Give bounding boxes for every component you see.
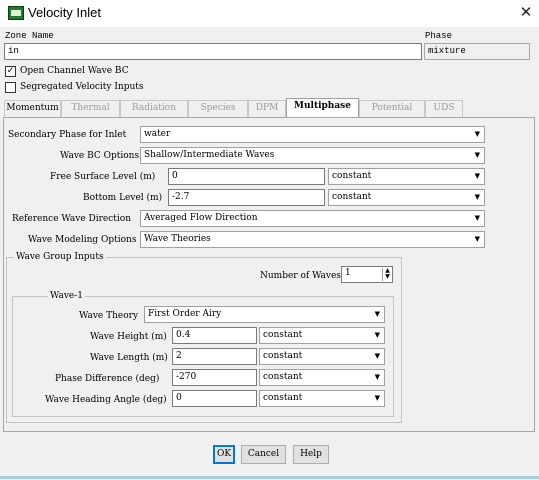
bottom-level-input[interactable]: -2.7 <box>168 189 325 206</box>
wave-modeling-options-label: Wave Modeling Options <box>28 235 137 245</box>
phase-difference-method-value: constant <box>263 372 303 382</box>
phase-difference-input[interactable]: -270 <box>172 369 257 386</box>
chevron-down-icon: ▼ <box>474 235 480 243</box>
wave-group-inputs-title: Wave Group Inputs <box>14 252 106 262</box>
wave-modeling-options-value: Wave Theories <box>144 234 211 244</box>
chevron-down-icon: ▼ <box>474 130 480 138</box>
close-icon[interactable]: ✕ <box>516 2 536 22</box>
help-button[interactable]: Help <box>293 445 329 464</box>
open-channel-checkbox[interactable]: ✓ <box>5 66 16 77</box>
tab-thermal[interactable]: Thermal <box>61 100 120 117</box>
wave-length-method-dropdown[interactable]: constant ▼ <box>259 348 385 365</box>
app-icon <box>8 6 24 20</box>
wave-length-method-value: constant <box>263 351 303 361</box>
title-bar: Velocity Inlet ✕ <box>0 0 539 27</box>
chevron-down-icon: ▼ <box>374 394 380 402</box>
tab-multiphase[interactable]: Multiphase <box>286 98 359 117</box>
wave-heading-angle-input[interactable]: 0 <box>172 390 257 407</box>
tab-uds[interactable]: UDS <box>425 100 463 117</box>
number-of-waves-label: Number of Waves <box>260 271 341 281</box>
window-title: Velocity Inlet <box>28 5 101 20</box>
wave-theory-value: First Order Airy <box>148 309 222 319</box>
chevron-down-icon: ▼ <box>474 151 480 159</box>
wave-theory-label: Wave Theory <box>79 311 139 321</box>
bottom-level-method-dropdown[interactable]: constant ▼ <box>328 189 485 206</box>
tab-species[interactable]: Species <box>188 100 248 117</box>
secondary-phase-label: Secondary Phase for Inlet <box>8 130 127 140</box>
chevron-down-icon: ▼ <box>374 331 380 339</box>
reference-wave-direction-value: Averaged Flow Direction <box>144 213 258 223</box>
wave-bc-options-value: Shallow/Intermediate Waves <box>144 150 275 160</box>
wave-height-label: Wave Height (m) <box>90 332 167 342</box>
cancel-button[interactable]: Cancel <box>241 445 286 464</box>
tab-momentum[interactable]: Momentum <box>4 100 61 117</box>
segregated-velocity-checkbox[interactable] <box>5 82 16 93</box>
number-of-waves-value: 1 <box>345 268 351 278</box>
open-channel-label: Open Channel Wave BC <box>20 66 129 76</box>
reference-wave-direction-label: Reference Wave Direction <box>12 214 131 224</box>
wave-theory-dropdown[interactable]: First Order Airy ▼ <box>144 306 385 323</box>
chevron-down-icon: ▼ <box>374 352 380 360</box>
phase-field: mixture <box>424 43 530 60</box>
wave-height-method-dropdown[interactable]: constant ▼ <box>259 327 385 344</box>
chevron-down-icon: ▼ <box>474 214 480 222</box>
wave-modeling-options-dropdown[interactable]: Wave Theories ▼ <box>140 231 485 248</box>
wave-bc-options-dropdown[interactable]: Shallow/Intermediate Waves ▼ <box>140 147 485 164</box>
phase-difference-method-dropdown[interactable]: constant ▼ <box>259 369 385 386</box>
secondary-phase-value: water <box>144 129 171 139</box>
chevron-down-icon: ▼ <box>374 310 380 318</box>
free-surface-method-value: constant <box>332 171 372 181</box>
ok-button[interactable]: OK <box>213 445 235 464</box>
free-surface-level-label: Free Surface Level (m) <box>50 172 156 182</box>
wave-length-label: Wave Length (m) <box>90 353 168 363</box>
wave-heading-angle-method-value: constant <box>263 393 303 403</box>
spin-down-icon[interactable]: ▼ <box>383 274 392 280</box>
zone-name-input[interactable]: in <box>4 43 422 60</box>
reference-wave-direction-dropdown[interactable]: Averaged Flow Direction ▼ <box>140 210 485 227</box>
secondary-phase-dropdown[interactable]: water ▼ <box>140 126 485 143</box>
bottom-border <box>0 476 539 479</box>
number-of-waves-stepper[interactable]: 1 ▲ ▼ <box>341 266 393 283</box>
free-surface-level-input[interactable]: 0 <box>168 168 325 185</box>
tab-radiation[interactable]: Radiation <box>120 100 188 117</box>
segregated-velocity-label: Segregated Velocity Inputs <box>20 82 144 92</box>
wave-length-input[interactable]: 2 <box>172 348 257 365</box>
bottom-level-method-value: constant <box>332 192 372 202</box>
phase-difference-label: Phase Difference (deg) <box>55 374 160 384</box>
wave-heading-angle-method-dropdown[interactable]: constant ▼ <box>259 390 385 407</box>
wave-height-method-value: constant <box>263 330 303 340</box>
free-surface-method-dropdown[interactable]: constant ▼ <box>328 168 485 185</box>
wave-bc-options-label: Wave BC Options <box>60 151 140 161</box>
tab-dpm[interactable]: DPM <box>248 100 286 117</box>
wave-height-input[interactable]: 0.4 <box>172 327 257 344</box>
tab-potential[interactable]: Potential <box>359 100 425 117</box>
wave-heading-angle-label: Wave Heading Angle (deg) <box>45 395 167 405</box>
bottom-level-label: Bottom Level (m) <box>83 193 163 203</box>
stepper-buttons[interactable]: ▲ ▼ <box>382 268 392 281</box>
chevron-down-icon: ▼ <box>374 373 380 381</box>
chevron-down-icon: ▼ <box>474 193 480 201</box>
zone-name-label: Zone Name <box>5 31 54 41</box>
wave-1-title: Wave-1 <box>48 291 86 301</box>
chevron-down-icon: ▼ <box>474 172 480 180</box>
phase-label: Phase <box>425 31 453 41</box>
